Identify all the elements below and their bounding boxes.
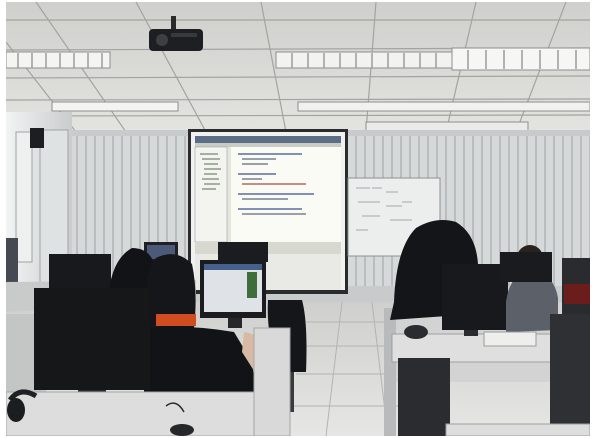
speaker-icon xyxy=(30,128,44,148)
ide-file-tree xyxy=(194,146,228,243)
monitor-icon xyxy=(49,254,111,292)
monitor-icon xyxy=(218,242,268,262)
monitor-icon xyxy=(34,288,150,406)
ceiling xyxy=(6,2,590,141)
pc-tower xyxy=(398,358,450,436)
classroom-scene xyxy=(6,2,590,436)
ide-title-bar xyxy=(195,136,341,143)
mouse-icon xyxy=(404,325,428,339)
monitor-icon xyxy=(500,252,552,282)
keyboard-icon xyxy=(483,331,537,347)
monitor-icon xyxy=(200,260,266,328)
left-workstations xyxy=(6,242,307,436)
front-desk xyxy=(6,391,259,436)
monitor-icon xyxy=(442,264,508,336)
photo-frame xyxy=(6,2,590,436)
